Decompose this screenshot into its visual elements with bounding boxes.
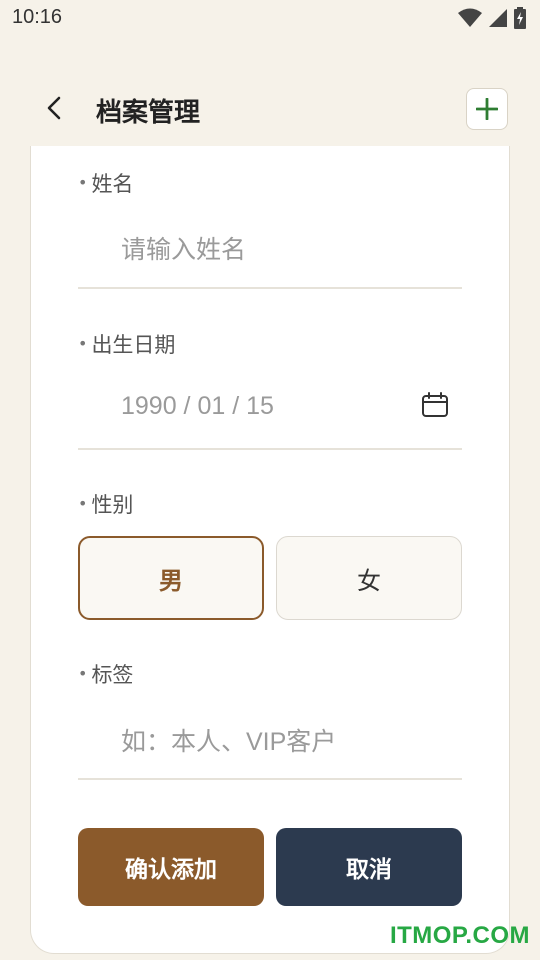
dob-underline <box>78 448 462 450</box>
gender-label: • 性别 <box>78 489 133 519</box>
status-icons <box>458 7 526 29</box>
app-bar: 档案管理 <box>0 66 540 146</box>
dob-input[interactable]: 1990 / 01 / 15 <box>121 392 274 421</box>
dob-label: • 出生日期 <box>78 329 175 359</box>
cancel-button[interactable]: 取消 <box>276 828 462 906</box>
bullet-icon: • <box>78 334 88 353</box>
watermark-logo: ITMOP.COM <box>389 922 530 949</box>
gender-female-button[interactable]: 女 <box>276 536 462 620</box>
bullet-icon: • <box>78 664 88 683</box>
wifi-icon <box>458 8 482 27</box>
signal-icon <box>489 9 507 27</box>
back-button[interactable] <box>36 90 72 126</box>
battery-icon <box>514 7 526 29</box>
plus-icon <box>476 98 498 120</box>
bullet-icon: • <box>78 494 88 513</box>
tags-input[interactable]: 如：本人、VIP客户 <box>121 722 336 758</box>
gender-label-text: 性别 <box>91 493 134 517</box>
form-card: • 姓名 请输入姓名 • 出生日期 1990 / 01 / 15 • 性别 男 女 •… <box>30 146 510 954</box>
status-bar: 10:16 <box>0 0 540 36</box>
calendar-button[interactable] <box>421 391 449 423</box>
calendar-icon <box>422 392 448 417</box>
status-time: 10:16 <box>12 6 63 28</box>
name-label-text: 姓名 <box>91 172 134 196</box>
add-button[interactable] <box>466 88 508 130</box>
tags-label: • 标签 <box>78 659 133 689</box>
dob-label-text: 出生日期 <box>91 333 176 357</box>
name-underline <box>78 287 462 289</box>
page-title: 档案管理 <box>96 98 201 128</box>
name-label: • 姓名 <box>78 168 133 198</box>
name-input[interactable]: 请输入姓名 <box>121 230 246 266</box>
tags-underline <box>78 778 462 780</box>
bullet-icon: • <box>78 173 88 192</box>
confirm-add-button[interactable]: 确认添加 <box>78 828 264 906</box>
tags-label-text: 标签 <box>91 663 134 687</box>
gender-male-button[interactable]: 男 <box>78 536 264 620</box>
chevron-left-icon <box>47 96 61 120</box>
